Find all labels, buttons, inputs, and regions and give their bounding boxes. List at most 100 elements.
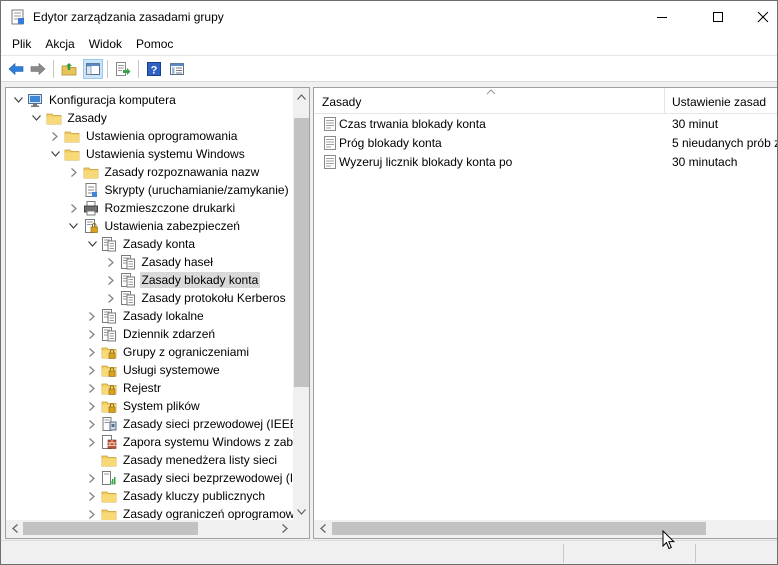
minimize-button[interactable] bbox=[639, 1, 685, 32]
tree-item-label: Zasady kluczy publicznych bbox=[123, 489, 266, 503]
tree-item[interactable]: Zasady sieci przewodowej (IEEE bbox=[86, 415, 296, 433]
help-button[interactable]: ? bbox=[144, 59, 164, 79]
tree-horizontal-scrollbar[interactable] bbox=[6, 520, 293, 538]
tree-vertical-scroll-thumb[interactable] bbox=[294, 118, 309, 387]
expanded-chevron-icon[interactable] bbox=[86, 235, 98, 253]
tree-item[interactable]: Dziennik zdarzeń bbox=[86, 325, 296, 343]
tree-item-label: Zasady blokady konta bbox=[139, 272, 261, 288]
tree-item[interactable]: Zasady protokołu Kerberos bbox=[105, 289, 297, 307]
menu-file[interactable]: Plik bbox=[5, 34, 38, 54]
collapsed-chevron-icon[interactable] bbox=[86, 307, 98, 325]
menu-help[interactable]: Pomoc bbox=[129, 34, 180, 54]
collapsed-chevron-icon[interactable] bbox=[68, 199, 80, 217]
collapsed-chevron-icon[interactable] bbox=[86, 415, 98, 433]
folder-icon bbox=[101, 455, 117, 467]
policy-row[interactable]: Czas trwania blokady konta 30 minut bbox=[314, 115, 777, 134]
tree-item[interactable]: System plików bbox=[86, 397, 296, 415]
expanded-chevron-icon[interactable] bbox=[68, 217, 80, 235]
tree-item[interactable]: Zasady lokalne bbox=[86, 307, 296, 325]
tree-item[interactable]: Zasady menedżera listy sieci bbox=[86, 451, 296, 469]
policy-name: Wyzeruj licznik blokady konta po bbox=[339, 155, 513, 169]
properties-button[interactable] bbox=[167, 59, 187, 79]
expanded-chevron-icon[interactable] bbox=[49, 145, 61, 163]
tree-item[interactable]: Rejestr bbox=[86, 379, 296, 397]
tree-item-label: Rejestr bbox=[123, 381, 162, 395]
tree-item-label: Skrypty (uruchamianie/zamykanie) bbox=[104, 183, 289, 197]
details-pane: Zasady Ustawienie zasad Czas trwania blo… bbox=[313, 87, 777, 539]
window-title: Edytor zarządzania zasadami grupy bbox=[33, 10, 224, 24]
collapsed-chevron-icon[interactable] bbox=[86, 361, 98, 379]
collapsed-chevron-icon[interactable] bbox=[49, 127, 61, 145]
toolbar-separator bbox=[107, 60, 108, 78]
back-button[interactable] bbox=[6, 59, 26, 79]
export-list-button[interactable] bbox=[113, 59, 133, 79]
collapsed-chevron-icon[interactable] bbox=[68, 163, 80, 181]
policy-setting-icon bbox=[324, 136, 336, 150]
tree-item-label: Ustawienia zabezpieczeń bbox=[104, 219, 240, 233]
forward-button[interactable] bbox=[28, 59, 48, 79]
collapsed-chevron-icon[interactable] bbox=[105, 289, 117, 307]
tree-item[interactable]: Zasady bbox=[31, 109, 297, 127]
collapsed-chevron-icon[interactable] bbox=[86, 325, 98, 343]
list-horizontal-scrollbar[interactable] bbox=[314, 520, 777, 538]
collapsed-chevron-icon[interactable] bbox=[105, 271, 117, 289]
tree-item[interactable]: Konfiguracja komputera bbox=[12, 91, 296, 109]
scroll-left-arrow-icon[interactable] bbox=[314, 520, 331, 537]
tree-item[interactable]: Zasady ograniczeń oprogramow bbox=[86, 505, 296, 520]
tree-item[interactable]: Ustawienia zabezpieczeń bbox=[68, 217, 297, 235]
scroll-up-arrow-icon[interactable] bbox=[293, 88, 309, 105]
policy-name: Czas trwania blokady konta bbox=[339, 117, 486, 131]
collapsed-chevron-icon[interactable] bbox=[86, 379, 98, 397]
tree-item-label: Ustawienia systemu Windows bbox=[86, 147, 245, 161]
tree-item[interactable]: Zasady sieci bezprzewodowej (I bbox=[86, 469, 296, 487]
maximize-button[interactable] bbox=[695, 1, 741, 32]
menu-view[interactable]: Widok bbox=[82, 34, 129, 54]
collapsed-chevron-icon[interactable] bbox=[86, 487, 98, 505]
help-icon: ? bbox=[147, 62, 161, 77]
expanded-chevron-icon[interactable] bbox=[12, 91, 24, 109]
tree-item[interactable]: Zapora systemu Windows z zab bbox=[86, 433, 296, 451]
close-button[interactable] bbox=[740, 1, 777, 32]
tree-item[interactable]: Ustawienia oprogramowania bbox=[49, 127, 296, 145]
toolbar: ? bbox=[1, 55, 777, 82]
column-header-policy[interactable]: Zasady bbox=[322, 88, 662, 114]
collapsed-chevron-icon[interactable] bbox=[105, 253, 117, 271]
tree-item[interactable]: Zasady haseł bbox=[105, 253, 297, 271]
policy-row[interactable]: Wyzeruj licznik blokady konta po 30 minut… bbox=[314, 153, 777, 172]
column-header-setting[interactable]: Ustawienie zasad bbox=[672, 88, 777, 114]
scroll-down-arrow-icon[interactable] bbox=[293, 503, 309, 520]
tree-item[interactable]: Zasady blokady konta bbox=[105, 271, 297, 289]
tree-item-label: Zasady sieci przewodowej (IEEE bbox=[123, 417, 296, 431]
expanded-chevron-icon[interactable] bbox=[31, 109, 43, 127]
tree-item[interactable]: Zasady rozpoznawania nazw bbox=[68, 163, 297, 181]
scroll-right-arrow-icon[interactable] bbox=[276, 520, 293, 537]
tree-item-label: Zasady protokołu Kerberos bbox=[141, 291, 286, 305]
policy-icon bbox=[102, 237, 116, 252]
policy-row[interactable]: Próg blokady konta 5 nieudanych prób z bbox=[314, 134, 777, 153]
tree-item[interactable]: Rozmieszczone drukarki bbox=[68, 199, 297, 217]
menu-action[interactable]: Akcja bbox=[38, 34, 81, 54]
tree-horizontal-scroll-thumb[interactable] bbox=[23, 522, 198, 535]
column-divider[interactable] bbox=[664, 88, 665, 114]
locked-folder-icon bbox=[101, 347, 117, 359]
collapsed-chevron-icon[interactable] bbox=[86, 343, 98, 361]
show-hide-tree-button[interactable] bbox=[83, 59, 103, 79]
tree-item[interactable]: Usługi systemowe bbox=[86, 361, 296, 379]
collapsed-chevron-icon[interactable] bbox=[86, 469, 98, 487]
tree-item[interactable]: Zasady kluczy publicznych bbox=[86, 487, 296, 505]
tree-item[interactable]: Skrypty (uruchamianie/zamykanie) bbox=[68, 181, 297, 199]
list-horizontal-scroll-thumb[interactable] bbox=[332, 522, 706, 535]
folder-icon bbox=[101, 509, 117, 520]
policy-icon bbox=[120, 255, 135, 270]
tree-item[interactable]: Ustawienia systemu Windows bbox=[49, 145, 296, 163]
collapsed-chevron-icon[interactable] bbox=[86, 505, 98, 520]
tree-item[interactable]: Grupy z ograniczeniami bbox=[86, 343, 296, 361]
tree-item[interactable]: Zasady konta bbox=[86, 235, 296, 253]
collapsed-chevron-icon[interactable] bbox=[86, 433, 98, 451]
policy-setting-icon bbox=[324, 117, 336, 131]
up-level-button[interactable] bbox=[59, 59, 79, 79]
toolbar-separator bbox=[138, 60, 139, 78]
tree-vertical-scrollbar[interactable] bbox=[293, 88, 309, 520]
collapsed-chevron-icon[interactable] bbox=[86, 397, 98, 415]
scroll-left-arrow-icon[interactable] bbox=[6, 520, 23, 537]
